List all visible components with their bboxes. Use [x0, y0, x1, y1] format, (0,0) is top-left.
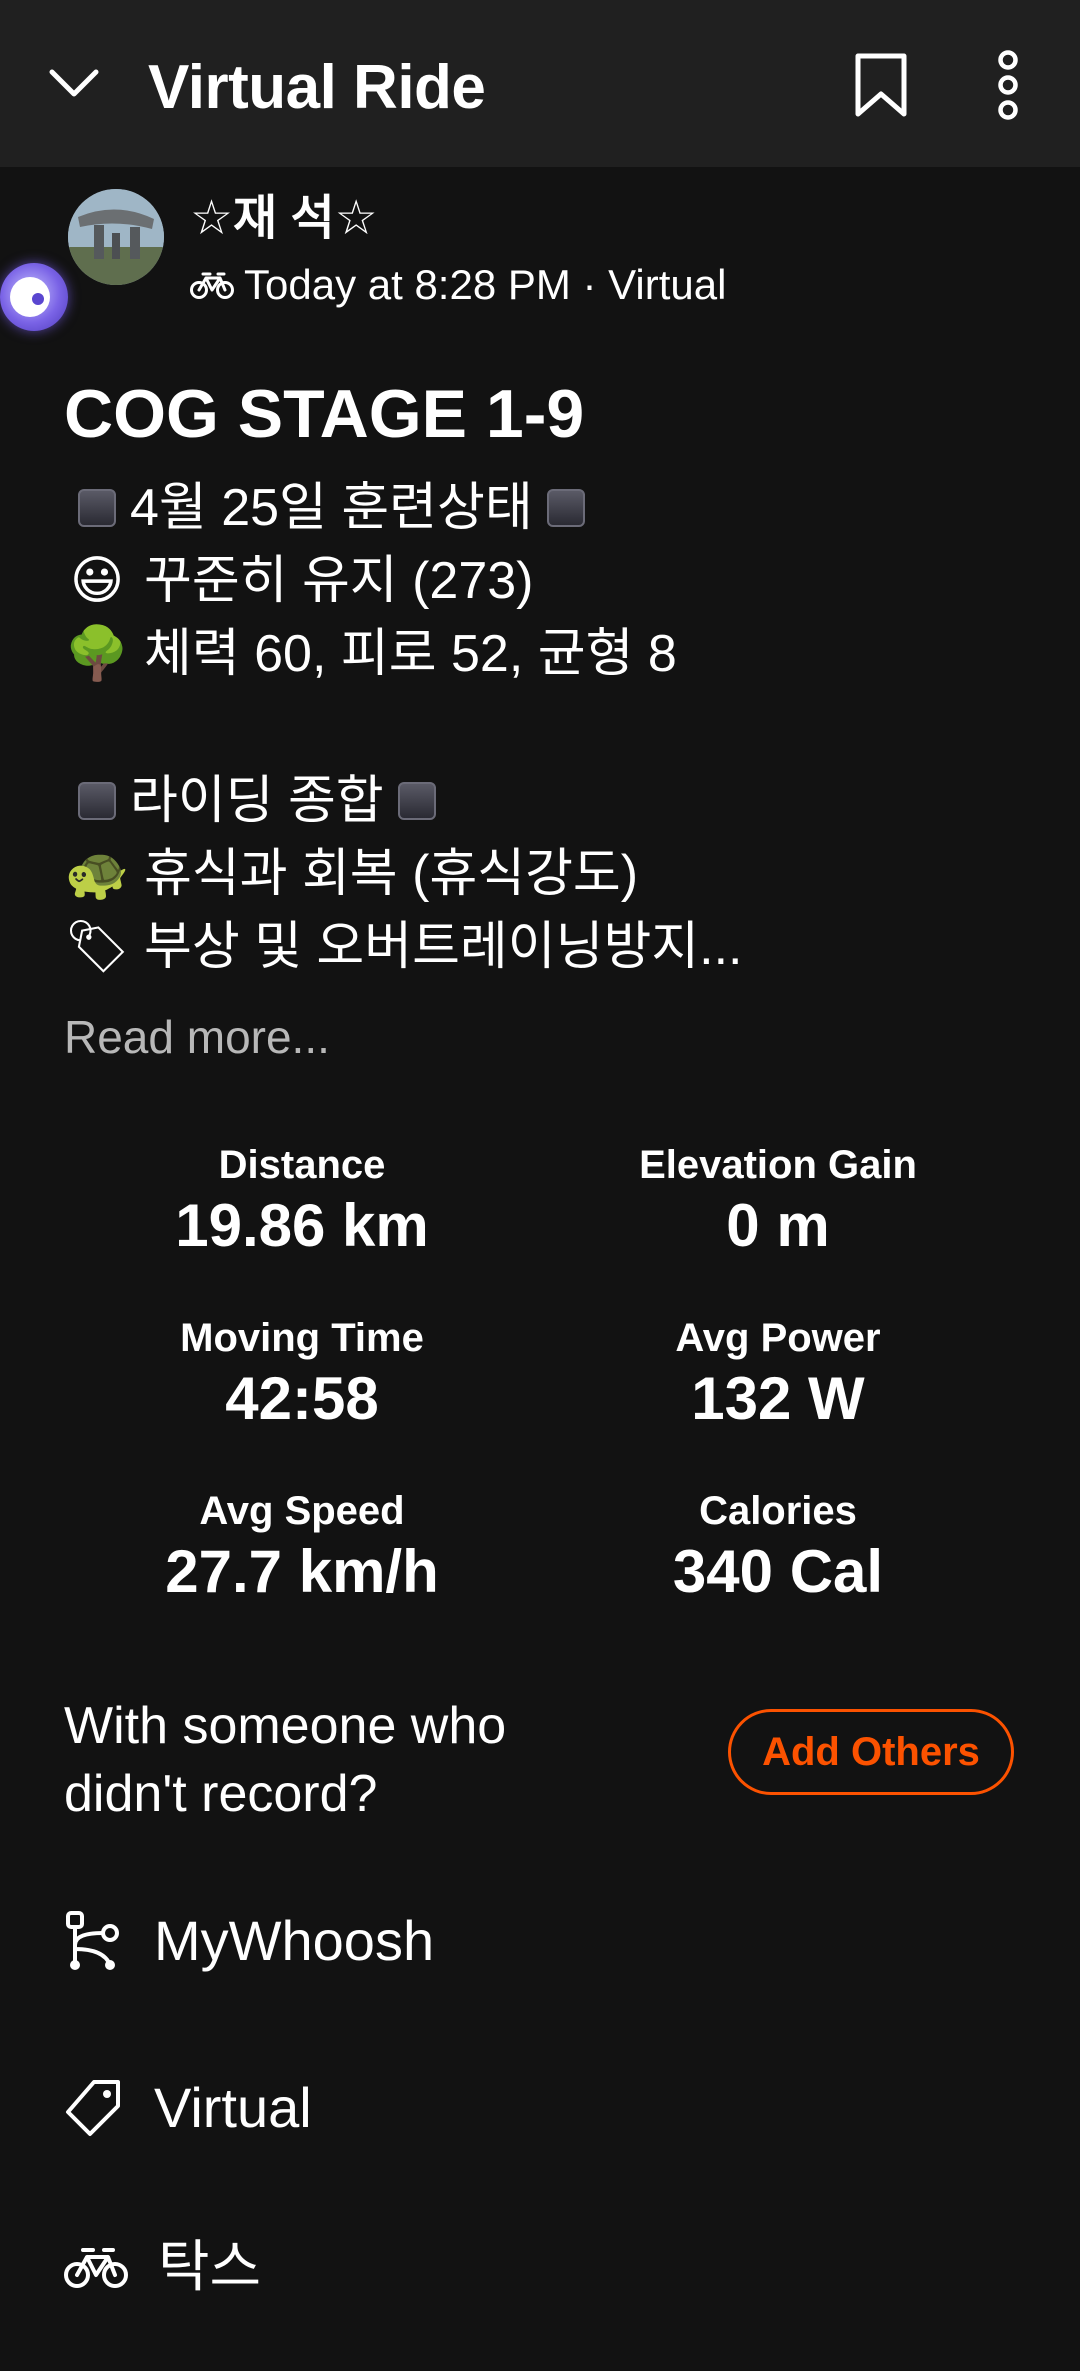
- black-square-icon: [397, 782, 436, 820]
- activity-title: COG STAGE 1-9: [64, 376, 585, 452]
- activity-detail: ☆재 석☆ Today at 8:28 PM · Virtual COG STA…: [0, 167, 1080, 2371]
- activity-timestamp: Today at 8:28 PM · Virtual: [244, 261, 727, 308]
- detail-row-tag[interactable]: Virtual: [64, 2068, 312, 2148]
- description-line: 🌳 체력 60, 피로 52, 균형 8: [64, 618, 677, 690]
- bike-icon: [64, 2248, 128, 2288]
- page-title: Virtual Ride: [148, 53, 486, 122]
- black-square-icon: [78, 489, 116, 527]
- tag-emoji-icon: 🏷: [64, 917, 131, 977]
- detail-row-gear[interactable]: 탁스: [64, 2227, 261, 2307]
- floating-assistant-bubble[interactable]: [0, 263, 68, 331]
- bookmark-icon[interactable]: [848, 50, 914, 120]
- chevron-down-icon[interactable]: [44, 52, 104, 112]
- athlete-name[interactable]: ☆재 석☆: [190, 189, 378, 249]
- black-square-icon: [546, 489, 585, 527]
- stat-distance: Distance 19.86 km: [175, 1143, 429, 1259]
- bike-icon: [190, 272, 234, 299]
- app-bar: Virtual Ride: [0, 0, 1080, 167]
- description-line: 🏷 부상 및 오버트레이닝방지...: [64, 911, 742, 983]
- smiley-emoji-icon: 😃: [69, 551, 125, 611]
- description-line: 4월 25일 훈련상태: [64, 472, 599, 544]
- avatar[interactable]: [68, 189, 164, 285]
- stat-calories: Calories 340 Cal: [672, 1489, 884, 1605]
- tag-icon: [66, 2080, 120, 2136]
- description-line: 🐢 휴식과 회복 (휴식강도): [64, 838, 638, 910]
- stat-avg-power: Avg Power 132 W: [675, 1316, 881, 1432]
- add-others-prompt: With someone who didn't record?: [64, 1697, 507, 1823]
- detail-label-tag: Virtual: [154, 2076, 312, 2139]
- more-vertical-icon[interactable]: [980, 50, 1036, 120]
- detail-row-device[interactable]: MyWhoosh: [64, 1901, 434, 1981]
- detail-label-gear: 탁스: [158, 2235, 262, 2298]
- read-more-link[interactable]: Read more...: [64, 1007, 330, 1067]
- black-square-icon: [78, 782, 116, 820]
- stat-elevation-gain: Elevation Gain 0 m: [639, 1143, 917, 1259]
- activity-meta: Today at 8:28 PM · Virtual: [190, 257, 726, 313]
- stat-avg-speed: Avg Speed 27.7 km/h: [165, 1489, 439, 1605]
- detail-label-device: MyWhoosh: [154, 1909, 435, 1972]
- add-others-button[interactable]: Add Others: [728, 1709, 1014, 1795]
- tree-emoji-icon: 🌳: [64, 624, 130, 684]
- stat-moving-time: Moving Time 42:58: [180, 1316, 424, 1432]
- description-line: 라이딩 종합: [64, 765, 450, 837]
- route-icon: [66, 1911, 119, 1970]
- description-line: 😃 꾸준히 유지 (273): [64, 545, 534, 617]
- turtle-emoji-icon: 🐢: [64, 844, 130, 904]
